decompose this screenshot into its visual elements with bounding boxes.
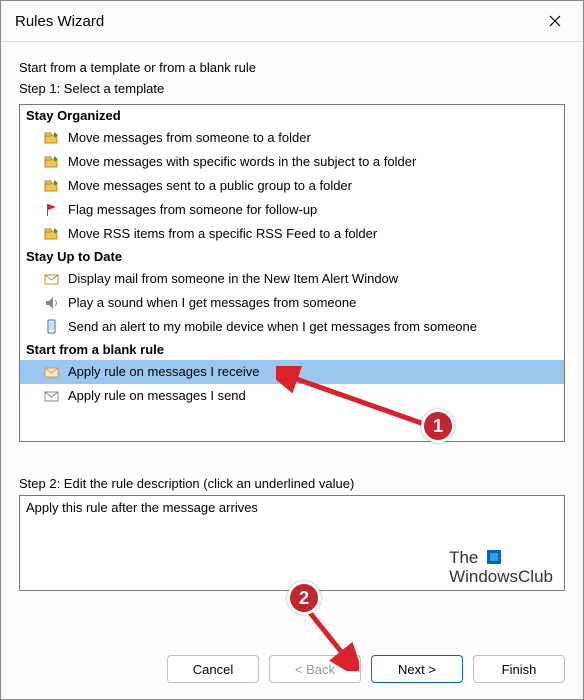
list-item[interactable]: Move RSS items from a specific RSS Feed … xyxy=(20,222,564,246)
step2-label: Step 2: Edit the rule description (click… xyxy=(19,476,565,491)
cancel-button[interactable]: Cancel xyxy=(167,655,259,683)
titlebar: Rules Wizard xyxy=(1,1,583,42)
annotation-badge-2: 2 xyxy=(287,581,321,615)
envelope-out-icon xyxy=(44,388,60,404)
list-item-label: Move messages sent to a public group to … xyxy=(68,176,352,196)
list-item-label: Display mail from someone in the New Ite… xyxy=(68,269,398,289)
mobile-alert-icon xyxy=(44,319,60,335)
mail-alert-icon xyxy=(44,271,60,287)
rule-description-text: Apply this rule after the message arrive… xyxy=(26,500,258,515)
step1-label: Step 1: Select a template xyxy=(19,81,565,96)
template-listbox[interactable]: Stay Organized Move messages from someon… xyxy=(19,104,565,442)
list-item-label: Flag messages from someone for follow-up xyxy=(68,200,317,220)
section-stay-organized: Stay Organized xyxy=(20,105,564,126)
folder-move-icon xyxy=(44,130,60,146)
folder-move-icon xyxy=(44,178,60,194)
next-button[interactable]: Next > xyxy=(371,655,463,683)
button-row: Cancel < Back Next > Finish xyxy=(1,643,583,699)
watermark: The WindowsClub xyxy=(449,549,553,586)
list-item[interactable]: Send an alert to my mobile device when I… xyxy=(20,315,564,339)
envelope-in-icon xyxy=(44,364,60,380)
list-item-label: Apply rule on messages I receive xyxy=(68,362,259,382)
list-item-label: Move RSS items from a specific RSS Feed … xyxy=(68,224,377,244)
list-item-label: Apply rule on messages I send xyxy=(68,386,246,406)
back-label: < Back xyxy=(295,662,335,677)
list-item-send[interactable]: Apply rule on messages I send xyxy=(20,384,564,408)
folder-move-icon xyxy=(44,226,60,242)
list-item[interactable]: Flag messages from someone for follow-up xyxy=(20,198,564,222)
finish-button[interactable]: Finish xyxy=(473,655,565,683)
finish-label: Finish xyxy=(502,662,537,677)
list-item[interactable]: Play a sound when I get messages from so… xyxy=(20,291,564,315)
window-title: Rules Wizard xyxy=(15,13,104,30)
back-button[interactable]: < Back xyxy=(269,655,361,683)
flag-icon xyxy=(44,202,60,218)
list-item[interactable]: Move messages with specific words in the… xyxy=(20,150,564,174)
close-icon xyxy=(549,15,561,27)
list-item-label: Move messages with specific words in the… xyxy=(68,152,416,172)
list-item[interactable]: Display mail from someone in the New Ite… xyxy=(20,267,564,291)
list-item-label: Play a sound when I get messages from so… xyxy=(68,293,356,313)
section-blank-rule: Start from a blank rule xyxy=(20,339,564,360)
rules-wizard-window: Rules Wizard Start from a template or fr… xyxy=(0,0,584,700)
next-label: Next > xyxy=(398,662,436,677)
intro-text: Start from a template or from a blank ru… xyxy=(19,60,565,75)
list-item-label: Move messages from someone to a folder xyxy=(68,128,311,148)
list-item-receive[interactable]: Apply rule on messages I receive xyxy=(20,360,564,384)
folder-move-icon xyxy=(44,154,60,170)
sound-icon xyxy=(44,295,60,311)
close-button[interactable] xyxy=(535,7,575,35)
list-item[interactable]: Move messages from someone to a folder xyxy=(20,126,564,150)
watermark-square-icon xyxy=(487,550,501,564)
annotation-badge-1: 1 xyxy=(421,409,455,443)
cancel-label: Cancel xyxy=(193,662,233,677)
list-item[interactable]: Move messages sent to a public group to … xyxy=(20,174,564,198)
section-stay-up-to-date: Stay Up to Date xyxy=(20,246,564,267)
list-item-label: Send an alert to my mobile device when I… xyxy=(68,317,477,337)
